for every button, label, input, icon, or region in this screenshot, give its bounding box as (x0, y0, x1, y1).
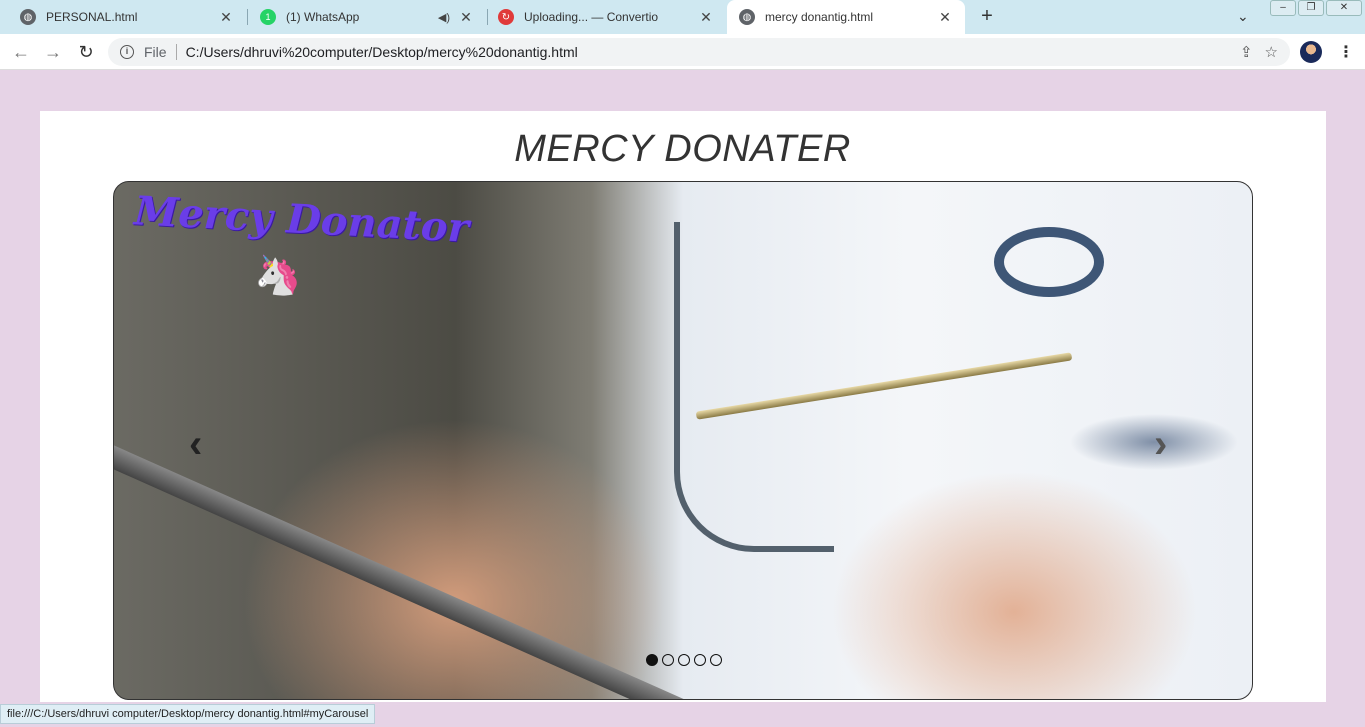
url-scheme-label: File (144, 44, 167, 60)
close-icon[interactable]: ✕ (458, 9, 474, 26)
tab-convertio[interactable]: ↻ Uploading... — Convertio ✕ (488, 0, 726, 34)
tab-mercy-donantig[interactable]: ◍ mercy donantig.html ✕ (727, 0, 965, 34)
page-title: MERCY DONATER (514, 128, 851, 170)
unicorn-icon: 🦄 (254, 255, 302, 297)
tab-title: Uploading... — Convertio (524, 10, 659, 24)
close-icon[interactable]: ✕ (698, 9, 714, 26)
indicator-dot[interactable] (710, 654, 722, 666)
share-icon[interactable]: ⇪ (1240, 43, 1253, 61)
url-text[interactable]: C:/Users/dhruvi%20computer/Desktop/mercy… (186, 44, 578, 60)
back-arrow-icon[interactable]: ← (10, 41, 32, 63)
tab-title: mercy donantig.html (765, 10, 874, 24)
carousel-brand-text: Mercy Donator (132, 187, 470, 252)
info-icon[interactable]: i (120, 45, 134, 59)
forward-arrow-icon[interactable]: → (42, 41, 64, 63)
more-menu-icon[interactable]: ⋮ (1338, 42, 1354, 62)
avatar[interactable] (1300, 41, 1322, 63)
status-bar: file:///C:/Users/dhruvi computer/Desktop… (0, 704, 376, 724)
image-carousel[interactable]: Mercy Donator 🦄 ‹ › (113, 181, 1253, 700)
tab-whatsapp[interactable]: 1 (1) WhatsApp ◀) ✕ (248, 0, 486, 34)
reload-icon[interactable]: ↻ (75, 41, 97, 63)
star-icon[interactable]: ☆ (1265, 43, 1278, 61)
new-tab-icon[interactable]: + (976, 6, 998, 28)
chevron-right-icon[interactable]: › (1154, 422, 1167, 467)
browser-toolbar: ← → ↻ i File C:/Users/dhruvi%20computer/… (0, 34, 1365, 70)
window-controls: – ❐ ✕ (1268, 0, 1362, 18)
stethoscope-tube-shape (674, 222, 834, 552)
indicator-dot[interactable] (646, 654, 658, 666)
close-icon[interactable]: ✕ (937, 9, 953, 26)
omnibox-divider (175, 44, 177, 60)
chevron-left-icon[interactable]: ‹ (189, 422, 202, 467)
tab-title: (1) WhatsApp (286, 10, 360, 24)
restore-icon[interactable]: ❐ (1298, 0, 1324, 16)
indicator-dot[interactable] (678, 654, 690, 666)
convertio-icon: ↻ (498, 9, 514, 25)
carousel-indicators (646, 654, 726, 666)
globe-icon: ◍ (20, 9, 36, 25)
globe-icon: ◍ (739, 9, 755, 25)
speaker-icon[interactable]: ◀) (438, 11, 450, 24)
tab-personal[interactable]: ◍ PERSONAL.html ✕ (0, 0, 246, 34)
tab-strip: ◍ PERSONAL.html ✕ 1 (1) WhatsApp ◀) ✕ ↻ … (0, 0, 1365, 34)
tab-title: PERSONAL.html (46, 10, 138, 24)
indicator-dot[interactable] (662, 654, 674, 666)
chevron-down-icon[interactable]: ⌄ (1237, 8, 1249, 25)
close-window-icon[interactable]: ✕ (1326, 0, 1362, 16)
indicator-dot[interactable] (694, 654, 706, 666)
close-icon[interactable]: ✕ (218, 9, 234, 26)
address-bar[interactable]: i File C:/Users/dhruvi%20computer/Deskto… (108, 38, 1290, 66)
minimize-icon[interactable]: – (1270, 0, 1296, 16)
stethoscope-shape (994, 227, 1104, 297)
whatsapp-icon: 1 (260, 9, 276, 25)
